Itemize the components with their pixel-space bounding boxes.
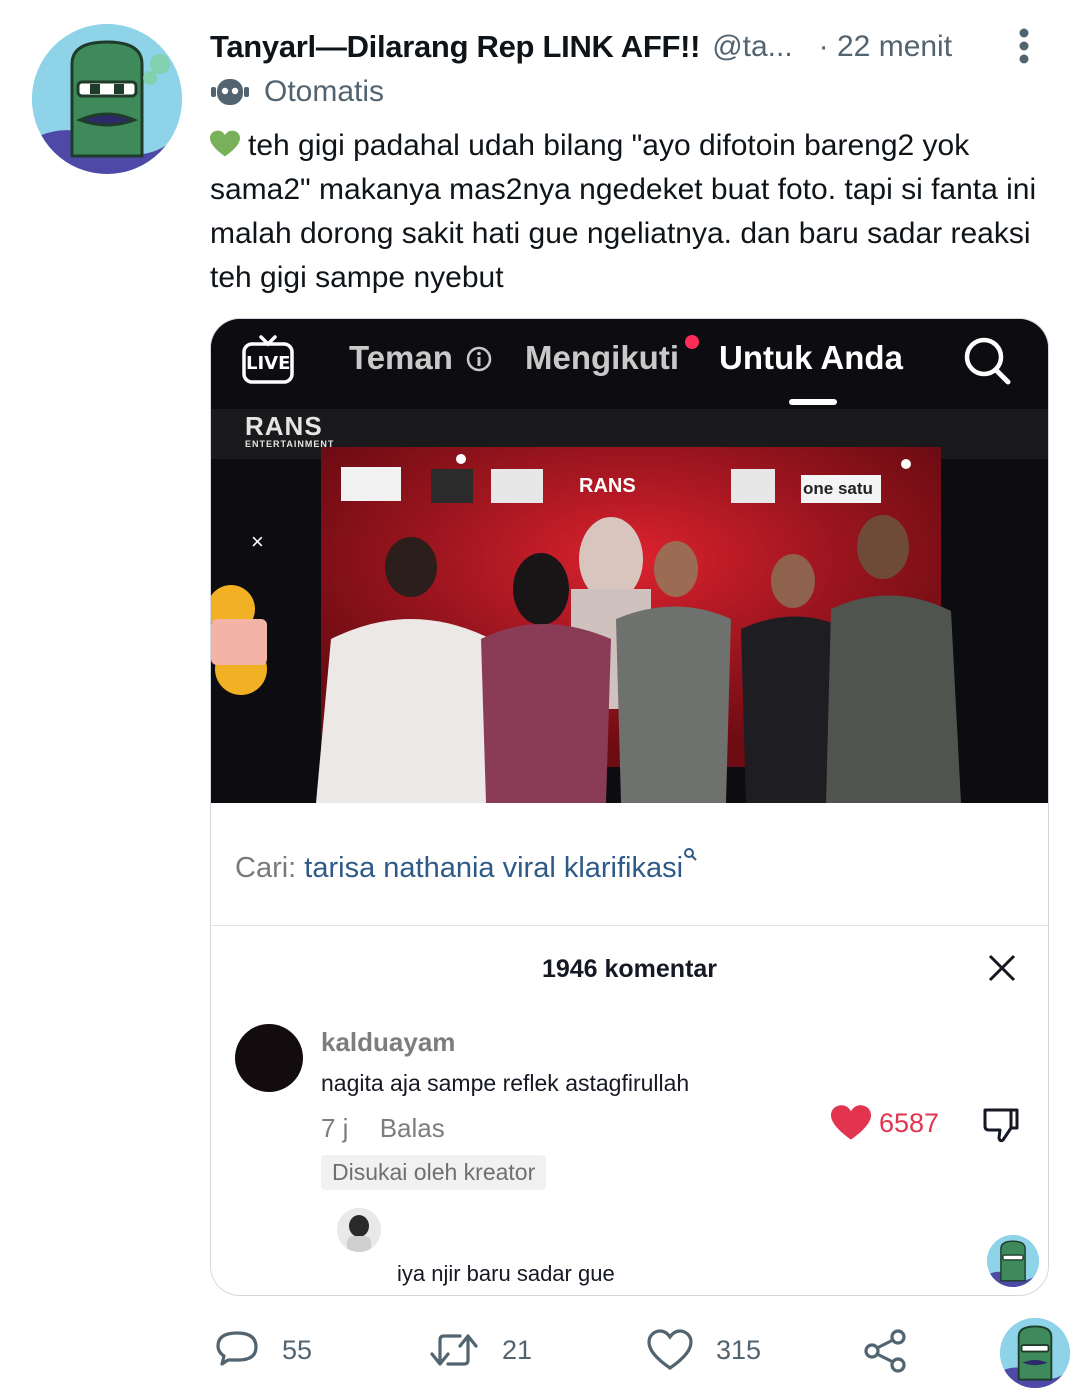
small-search-icon bbox=[684, 848, 697, 861]
plankton-avatar-image bbox=[987, 1235, 1039, 1287]
bot-label-text: Otomatis bbox=[264, 75, 385, 108]
tab-for-you[interactable]: Untuk Anda bbox=[719, 339, 903, 377]
close-icon[interactable] bbox=[987, 953, 1017, 983]
like-count: 315 bbox=[716, 1334, 762, 1365]
banner-logo: RANS bbox=[579, 475, 636, 497]
live-label: LIVE bbox=[246, 353, 291, 374]
tab-friends-label: Teman bbox=[349, 339, 453, 376]
retweet-action[interactable]: 21 bbox=[428, 1328, 532, 1372]
user-handle[interactable]: @ta... bbox=[712, 30, 792, 64]
tab-friends[interactable]: Teman bbox=[349, 339, 492, 377]
video-watermark-sub: ENTERTAINMENT bbox=[245, 439, 335, 449]
tab-following[interactable]: Mengikuti bbox=[525, 339, 679, 377]
reply-avatar[interactable] bbox=[337, 1208, 381, 1252]
tweet-media[interactable]: RANS ENTERTAINMENT RANS one satu × LIVE … bbox=[210, 318, 1049, 1296]
current-user-mini-avatar[interactable] bbox=[987, 1235, 1039, 1287]
retweet-count: 21 bbox=[502, 1334, 533, 1365]
comment-like-button[interactable]: 6587 bbox=[831, 1105, 939, 1141]
comment-like-count: 6587 bbox=[879, 1107, 940, 1138]
comment-bubble-icon bbox=[216, 1331, 258, 1366]
search-suggestion[interactable]: Cari: tarisa nathania viral klarifikasi bbox=[235, 847, 697, 885]
liked-by-creator-badge: Disukai oleh kreator bbox=[321, 1155, 547, 1190]
comment-age: 7 j bbox=[321, 1113, 349, 1143]
reply-action[interactable]: 55 bbox=[214, 1328, 312, 1372]
search-icon[interactable] bbox=[961, 335, 1013, 387]
retweet-icon bbox=[430, 1334, 478, 1366]
tweet-text: teh gigi padahal udah bilang "ayo difoto… bbox=[210, 124, 1040, 300]
tweet-body: teh gigi padahal udah bilang "ayo difoto… bbox=[210, 129, 1037, 294]
comment-count: 1946 komentar bbox=[541, 955, 718, 983]
more-options-icon[interactable] bbox=[1018, 28, 1030, 64]
notification-dot bbox=[685, 335, 699, 349]
heart-icon bbox=[831, 1105, 871, 1140]
tiktok-video-frame[interactable]: RANS ENTERTAINMENT RANS one satu × LIVE … bbox=[211, 319, 1048, 803]
reply-avatar-image bbox=[337, 1208, 381, 1252]
banner-logo-2: one satu bbox=[803, 479, 873, 498]
viewer-avatar[interactable] bbox=[1000, 1318, 1070, 1388]
plankton-avatar-image bbox=[32, 24, 182, 174]
tweet-timestamp[interactable]: · 22 menit bbox=[819, 30, 952, 64]
share-icon bbox=[864, 1329, 906, 1373]
comment-text: nagita aja sampe reflek astagfirullah bbox=[321, 1070, 690, 1096]
commenter-username[interactable]: kalduayam bbox=[321, 1027, 455, 1058]
search-prefix: Cari: bbox=[235, 852, 297, 884]
display-name[interactable]: Tanyarl—Dilarang Rep LINK AFF!! bbox=[210, 29, 700, 65]
author-avatar[interactable] bbox=[32, 24, 182, 174]
comment-meta: 7 j Balas bbox=[321, 1113, 469, 1144]
info-icon bbox=[466, 346, 492, 372]
divider bbox=[211, 925, 1048, 926]
search-query: tarisa nathania viral klarifikasi bbox=[304, 852, 684, 884]
tweet-header: Tanyarl—Dilarang Rep LINK AFF!! @ta... ·… bbox=[210, 22, 1050, 72]
green-heart-icon bbox=[210, 130, 240, 157]
active-tab-indicator bbox=[789, 399, 837, 405]
tweet-actions: 55 21 315 bbox=[210, 1322, 1070, 1382]
plankton-avatar-image bbox=[1000, 1318, 1070, 1388]
like-action[interactable]: 315 bbox=[646, 1328, 761, 1372]
video-watermark: RANS bbox=[245, 411, 323, 441]
close-gift-icon[interactable]: × bbox=[251, 529, 264, 555]
dislike-icon[interactable] bbox=[981, 1106, 1021, 1144]
robot-icon bbox=[211, 79, 249, 105]
reply-text: iya njir baru sadar gue bbox=[397, 1261, 615, 1286]
comment-sheet: Cari: tarisa nathania viral klarifikasi … bbox=[211, 803, 1048, 1295]
live-button[interactable]: LIVE bbox=[241, 333, 295, 387]
commenter-avatar[interactable] bbox=[235, 1024, 303, 1092]
like-heart-icon bbox=[647, 1329, 693, 1370]
reply-count: 55 bbox=[282, 1334, 313, 1365]
tiktok-top-nav: LIVE Teman Mengikuti Untuk Anda bbox=[211, 319, 1048, 409]
reply-button[interactable]: Balas bbox=[380, 1113, 445, 1143]
share-action[interactable] bbox=[862, 1328, 932, 1374]
automated-account-label: Otomatis bbox=[210, 72, 384, 112]
